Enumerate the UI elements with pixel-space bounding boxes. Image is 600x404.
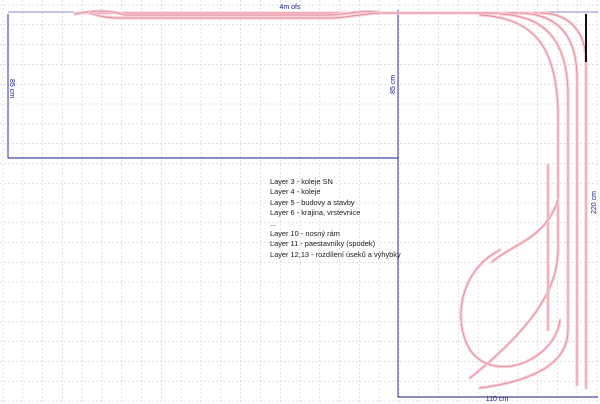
legend-item: Layer 12,13 - rozdílení úseků a výhybky — [270, 249, 401, 259]
legend-item: Layer 10 - nosný rám — [270, 229, 340, 239]
dimension-top: 4m ofs — [279, 4, 301, 11]
legend-item: Layer 11 - paestavníky (spodek) — [270, 239, 376, 249]
track-bed — [478, 12, 570, 390]
legend-item: Layer 4 - koleje — [270, 187, 321, 197]
legend-item: ... — [270, 218, 277, 228]
legend-item: Layer 5 - budovy a stavby — [270, 197, 355, 207]
dimension-bottom: 110 cm — [486, 396, 509, 403]
track-rail — [469, 14, 559, 379]
track-bed — [468, 13, 560, 380]
layer-legend: Layer 3 - koleje SN Layer 4 - koleje Lay… — [270, 177, 430, 260]
track-rail — [479, 13, 569, 389]
dimension-right: 220 cm — [591, 191, 598, 214]
dimension-left: 85 cm — [8, 79, 15, 98]
legend-item: Layer 3 - koleje SN — [270, 177, 333, 186]
dimension-middle: 85 cm — [390, 75, 397, 94]
legend-item: Layer 6 - krajina, vrstevnice — [270, 208, 361, 218]
